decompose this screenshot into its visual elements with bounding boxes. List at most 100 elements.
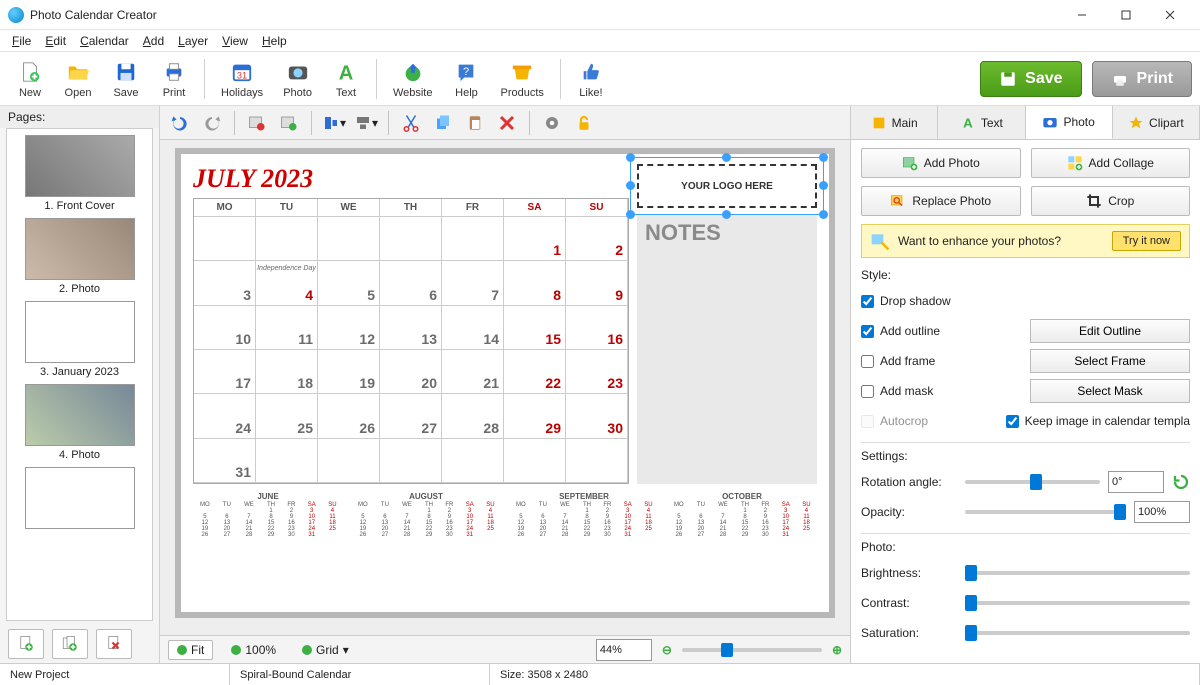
- close-button[interactable]: [1148, 1, 1192, 29]
- zoom-out-button[interactable]: ⊖: [662, 643, 672, 657]
- page-thumb-2[interactable]: 2. Photo: [13, 216, 146, 297]
- enhance-promo: Want to enhance your photos? Try it now: [861, 224, 1190, 258]
- cut-button[interactable]: [397, 110, 425, 136]
- keep-image-check[interactable]: Keep image in calendar templa: [1006, 407, 1190, 435]
- add-photo-button[interactable]: Add Photo: [861, 148, 1021, 178]
- notes-box[interactable]: NOTES: [637, 214, 817, 484]
- calendar-grid[interactable]: MOTUWETHFRSASU123Independence Day4567891…: [193, 198, 629, 484]
- add-collage-button[interactable]: Add Collage: [1031, 148, 1191, 178]
- delete-button[interactable]: [493, 110, 521, 136]
- style-label: Style:: [861, 268, 1190, 282]
- saturation-slider[interactable]: [965, 631, 1190, 635]
- add-image-button[interactable]: [243, 110, 271, 136]
- tab-clipart[interactable]: Clipart: [1113, 106, 1200, 139]
- zoom-value[interactable]: 44%: [596, 639, 652, 661]
- website-button[interactable]: Website: [385, 56, 441, 101]
- products-button[interactable]: Products: [492, 56, 551, 101]
- like-button[interactable]: Like!: [569, 56, 613, 101]
- opacity-value[interactable]: 100%: [1134, 501, 1190, 523]
- align-h-button[interactable]: ▾: [320, 110, 348, 136]
- crop-button[interactable]: Crop: [1031, 186, 1191, 216]
- menu-view[interactable]: View: [216, 32, 254, 50]
- select-frame-button[interactable]: Select Frame: [1030, 349, 1190, 373]
- settings-label: Settings:: [861, 449, 1190, 463]
- save-big-button[interactable]: Save: [980, 61, 1081, 97]
- minimize-button[interactable]: [1060, 1, 1104, 29]
- copy-button[interactable]: [429, 110, 457, 136]
- fit-button[interactable]: Fit: [168, 640, 213, 660]
- page-thumb-4[interactable]: 4. Photo: [13, 382, 146, 463]
- tab-text[interactable]: AText: [938, 106, 1025, 139]
- add-outline-check[interactable]: Add outline: [861, 317, 940, 345]
- pages-panel: Pages: 1. Front Cover 2. Photo 3. Januar…: [0, 106, 160, 663]
- replace-icon: [890, 193, 906, 209]
- photo-button[interactable]: Photo: [275, 56, 320, 101]
- status-project: New Project: [0, 664, 230, 685]
- add-image2-button[interactable]: [275, 110, 303, 136]
- print-button[interactable]: Print: [152, 56, 196, 101]
- save-button[interactable]: Save: [104, 56, 148, 101]
- page-duplicate-button[interactable]: [52, 629, 88, 659]
- try-it-button[interactable]: Try it now: [1112, 231, 1181, 251]
- calendar-title[interactable]: JULY 2023: [193, 164, 629, 194]
- menu-calendar[interactable]: Calendar: [74, 32, 135, 50]
- align-v-button[interactable]: ▾: [352, 110, 380, 136]
- add-frame-check[interactable]: Add frame: [861, 347, 935, 375]
- page-delete-button[interactable]: [96, 629, 132, 659]
- paste-button[interactable]: [461, 110, 489, 136]
- zoom-in-button[interactable]: ⊕: [832, 643, 842, 657]
- menu-help[interactable]: Help: [256, 32, 293, 50]
- zoom-100-button[interactable]: 100%: [223, 641, 284, 659]
- zoom-slider[interactable]: [682, 648, 822, 652]
- camera-icon: [1042, 114, 1058, 130]
- maximize-button[interactable]: [1104, 1, 1148, 29]
- redo-button[interactable]: [198, 110, 226, 136]
- page-thumb-1[interactable]: 1. Front Cover: [13, 133, 146, 214]
- svg-text:31: 31: [237, 70, 247, 80]
- rotate-icon[interactable]: [1172, 473, 1190, 491]
- opacity-slider[interactable]: [965, 510, 1126, 514]
- text-button[interactable]: AText: [324, 56, 368, 101]
- image-plus-icon: [902, 155, 918, 171]
- tab-photo[interactable]: Photo: [1026, 106, 1113, 139]
- new-button[interactable]: New: [8, 56, 52, 101]
- page-add-button[interactable]: [8, 629, 44, 659]
- brightness-slider[interactable]: [965, 571, 1190, 575]
- undo-button[interactable]: [166, 110, 194, 136]
- wand-icon: [870, 231, 890, 251]
- text-icon: A: [960, 115, 976, 131]
- drop-shadow-check[interactable]: Drop shadow: [861, 287, 951, 315]
- menu-layer[interactable]: Layer: [172, 32, 214, 50]
- contrast-slider[interactable]: [965, 601, 1190, 605]
- calendar-page[interactable]: JULY 2023 MOTUWETHFRSASU123Independence …: [175, 148, 835, 618]
- help-button[interactable]: ?Help: [444, 56, 488, 101]
- replace-photo-button[interactable]: Replace Photo: [861, 186, 1021, 216]
- crop-icon: [1086, 193, 1102, 209]
- pages-list[interactable]: 1. Front Cover 2. Photo 3. January 2023 …: [6, 128, 153, 621]
- edit-toolbar: ▾ ▾: [160, 106, 850, 140]
- holidays-button[interactable]: 31Holidays: [213, 56, 271, 101]
- home-icon: [871, 115, 887, 131]
- menu-file[interactable]: File: [6, 32, 37, 50]
- tab-main[interactable]: Main: [851, 106, 938, 139]
- svg-text:A: A: [339, 62, 354, 83]
- grid-toggle[interactable]: Grid ▾: [294, 641, 357, 659]
- lock-button[interactable]: [570, 110, 598, 136]
- rotation-value[interactable]: 0°: [1108, 471, 1164, 493]
- menu-add[interactable]: Add: [137, 32, 170, 50]
- logo-placeholder[interactable]: YOUR LOGO HERE: [637, 164, 817, 208]
- collage-icon: [1067, 155, 1083, 171]
- menu-bar: File Edit Calendar Add Layer View Help: [0, 30, 1200, 52]
- select-mask-button[interactable]: Select Mask: [1030, 379, 1190, 403]
- rotation-slider[interactable]: [965, 480, 1100, 484]
- open-button[interactable]: Open: [56, 56, 100, 101]
- menu-edit[interactable]: Edit: [39, 32, 72, 50]
- autocrop-check[interactable]: Autocrop: [861, 407, 928, 435]
- edit-outline-button[interactable]: Edit Outline: [1030, 319, 1190, 343]
- print-icon: [1111, 70, 1129, 88]
- print-big-button[interactable]: Print: [1092, 61, 1192, 97]
- page-thumb-3[interactable]: 3. January 2023: [13, 299, 146, 380]
- settings-button[interactable]: [538, 110, 566, 136]
- page-thumb-5[interactable]: [13, 465, 146, 531]
- add-mask-check[interactable]: Add mask: [861, 377, 933, 405]
